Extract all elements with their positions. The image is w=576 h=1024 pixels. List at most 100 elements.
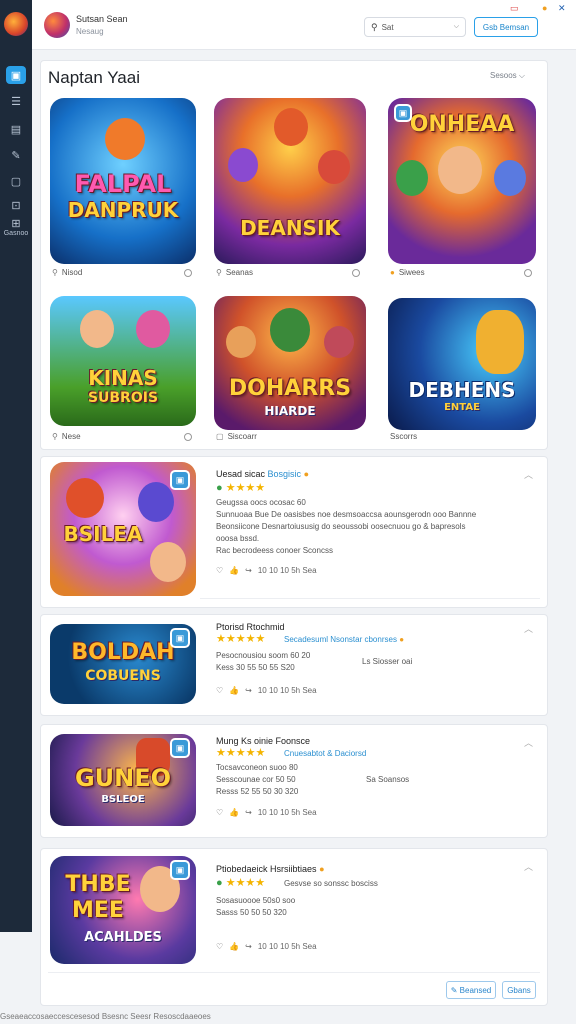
chevron-up-icon[interactable]: ︿ — [524, 860, 533, 873]
share-icon[interactable]: ↪ — [245, 942, 252, 951]
share-icon[interactable]: ↪ — [245, 566, 252, 575]
action-counts: 10 10 10 5h Sea — [257, 808, 317, 817]
edit-icon: ✎ — [450, 985, 458, 995]
thumbnail-title: GUNEO — [74, 764, 172, 792]
like-icon[interactable]: ♡ — [216, 808, 223, 817]
more-icon[interactable] — [184, 433, 192, 441]
list-meta: Tocsavconeon suoo 80 — [216, 763, 298, 772]
share-icon[interactable]: ↪ — [245, 808, 252, 817]
sort-label: Sesoos — [490, 71, 517, 80]
action-counts: 10 10 10 5h Sea — [257, 942, 317, 951]
close-icon[interactable]: ✕ — [558, 3, 566, 14]
sidebar-app-icon[interactable]: ▣ — [6, 66, 26, 84]
game-tile-2[interactable]: DEANSIK — [214, 98, 366, 264]
more-icon[interactable] — [184, 269, 192, 277]
tile-subtitle: SUBROIS — [87, 390, 159, 406]
list-thumbnail[interactable]: THBE MEE ACAHLDES ▣ — [50, 856, 196, 964]
sidebar-chat-icon[interactable]: ▢ — [6, 172, 26, 190]
character-art — [105, 118, 145, 160]
action-counts: 10 10 10 5h Sea — [257, 686, 317, 695]
thumbnail-subtitle: ACAHLDES — [84, 930, 162, 945]
avatar[interactable] — [44, 12, 70, 38]
character-art — [226, 326, 256, 358]
star-icon: ● — [390, 268, 395, 277]
bookmark-icon[interactable]: ▣ — [170, 470, 190, 490]
list-thumbnail[interactable]: BSILEA ▣ — [50, 462, 196, 596]
list-description: Beonsiicone Desnartoiususig do seoussobi… — [216, 522, 466, 531]
tile-title: DEANSIK — [240, 216, 340, 240]
list-meta: Sosasuoooe 50s0 soo — [216, 896, 296, 905]
list-tags: Rac becrodeess conoer Sconcss — [216, 546, 333, 555]
search-icon: ⚲ — [371, 21, 378, 32]
list-thumbnail[interactable]: GUNEO BSLEOE ▣ — [50, 734, 196, 826]
tile-meta: ▢ Siscoarr — [216, 432, 257, 441]
character-art — [270, 308, 310, 352]
game-tile-3[interactable]: ONHEAA ▣ — [388, 98, 536, 264]
thumbs-up-icon[interactable]: 👍 — [229, 566, 239, 575]
chevron-down-icon: ⌵ — [453, 23, 459, 30]
search-icon: ⚲ — [52, 432, 58, 441]
thumbnail-title: BSILEA — [63, 522, 143, 546]
notification-icon[interactable]: ● — [542, 3, 547, 13]
thumbs-up-icon[interactable]: 👍 — [229, 808, 239, 817]
list-thumbnail[interactable]: BOLDAH COBUENS ▣ — [50, 624, 196, 704]
action-bar: ♡ 👍 ↪ 10 10 10 5h Sea — [216, 942, 317, 951]
thumbnail-subtitle: BSLEOE — [101, 794, 145, 805]
thumbnail-title: MEE — [72, 898, 124, 923]
sort-dropdown[interactable]: Sesoos ⌵ — [490, 71, 525, 81]
list-hint: Secadesuml Nsonstar cbonrses ● — [284, 635, 405, 644]
game-tile-4[interactable]: KINAS SUBROIS — [50, 296, 196, 426]
sidebar-list-icon[interactable]: ☰ — [6, 92, 26, 110]
like-icon[interactable]: ♡ — [216, 942, 223, 951]
chevron-up-icon[interactable]: ︿ — [524, 736, 533, 749]
divider — [200, 598, 540, 599]
primary-button[interactable]: Gbans — [502, 981, 536, 999]
top-action-button[interactable]: Gsb Bemsan — [474, 17, 538, 37]
tile-title: DEBHENS — [408, 378, 516, 402]
action-bar: ♡ 👍 ↪ 10 10 10 5h Sea — [216, 808, 317, 817]
action-bar: ♡ 👍 ↪ 10 10 10 5h Sea — [216, 566, 317, 575]
character-art — [324, 326, 354, 358]
list-meta: Sasss 50 50 50 320 — [216, 908, 287, 917]
tile-title: KINAS — [88, 366, 158, 390]
chevron-up-icon[interactable]: ︿ — [524, 622, 533, 635]
tile-subtitle: HIARDE — [264, 404, 316, 418]
list-meta: Geugssa oocs ocosac 60 — [216, 498, 306, 507]
share-icon[interactable]: ↪ — [245, 686, 252, 695]
game-tile-1[interactable]: FALPAL DANPRUK — [50, 98, 196, 264]
thumbs-up-icon[interactable]: 👍 — [229, 942, 239, 951]
sidebar-tag-icon[interactable]: ✎ — [6, 146, 26, 164]
rating-stars: ★★★★★ — [216, 633, 266, 645]
like-icon[interactable]: ♡ — [216, 686, 223, 695]
bookmark-icon[interactable]: ▣ — [170, 860, 190, 880]
app-logo-icon[interactable] — [4, 12, 28, 36]
secondary-button[interactable]: ✎ Beansed — [446, 981, 496, 999]
tile-meta: ● Siwees — [390, 268, 425, 277]
chevron-up-icon[interactable]: ︿ — [524, 468, 533, 481]
character-art — [438, 146, 482, 194]
game-tile-5[interactable]: DOHARRS HIARDE — [214, 296, 366, 430]
list-meta: Kess 30 55 50 55 S20 — [216, 663, 295, 672]
more-icon[interactable] — [524, 269, 532, 277]
search-input[interactable]: ⚲ Sat ⌵ — [364, 17, 466, 37]
tile-meta: ⚲ Nese — [52, 432, 81, 441]
sidebar-gamepad-icon[interactable]: ⊡ — [6, 196, 26, 214]
tile-title: DOHARRS — [228, 376, 352, 401]
list-title: Ptiobedaeick Hsrsiibtiaes ● — [216, 864, 325, 874]
bookmark-icon[interactable]: ▣ — [170, 628, 190, 648]
tile-title: FALPAL — [74, 170, 172, 198]
like-icon[interactable]: ♡ — [216, 566, 223, 575]
character-art — [80, 310, 114, 348]
thumbs-up-icon[interactable]: 👍 — [229, 686, 239, 695]
action-counts: 10 10 10 5h Sea — [257, 566, 317, 575]
game-tile-6[interactable]: DEBHENS ENTAE — [388, 298, 536, 430]
sidebar-label: Gasnoo — [3, 230, 29, 237]
list-side-info: Ls Siosser oai — [362, 657, 413, 666]
window-minimize-icon[interactable]: ▭ — [510, 3, 519, 14]
more-icon[interactable] — [352, 269, 360, 277]
character-art — [274, 108, 308, 146]
bookmark-icon[interactable]: ▣ — [170, 738, 190, 758]
user-icon: ⚲ — [52, 268, 58, 277]
sidebar-chart-icon[interactable]: ▤ — [6, 120, 26, 138]
action-bar: ♡ 👍 ↪ 10 10 10 5h Sea — [216, 686, 317, 695]
